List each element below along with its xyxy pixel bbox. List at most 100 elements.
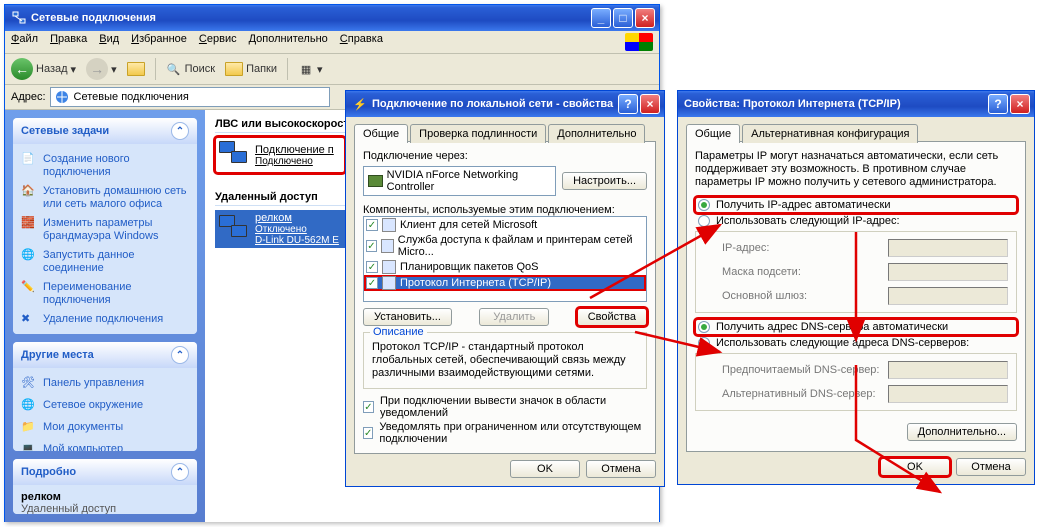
task-firewall[interactable]: 🧱Изменить параметры брандмауэра Windows [21,214,189,246]
radio-dns-manual[interactable]: Использовать следующие адреса DNS-сервер… [695,335,1017,351]
back-button[interactable]: ←Назад ▾ [11,58,76,80]
help-button[interactable]: ? [618,94,638,114]
notify-limited-checkbox[interactable]: Уведомлять при ограниченном или отсутств… [363,421,647,445]
dropdown-icon: ▾ [111,63,117,76]
component-fileshare[interactable]: Служба доступа к файлам и принтерам сете… [364,233,646,259]
radio-icon[interactable] [698,199,710,211]
menu-view[interactable]: Вид [99,33,119,51]
radio-dns-auto[interactable]: Получить адрес DNS-сервера автоматически [695,319,1017,335]
close-button[interactable]: × [640,94,660,114]
menu-edit[interactable]: Правка [50,33,87,51]
task-new-connection[interactable]: 📄Создание нового подключения [21,150,189,182]
service-icon [381,239,394,253]
conn1-status: Подключено [255,156,334,167]
up-button[interactable] [127,62,145,76]
details-status: Удаленный доступ [21,503,189,514]
props-titlebar[interactable]: ⚡ Подключение по локальной сети - свойст… [346,91,664,117]
client-icon [382,218,396,232]
tab-advanced[interactable]: Дополнительно [548,124,645,143]
other-control-panel[interactable]: 🛠Панель управления [21,374,189,396]
task-setup-network[interactable]: 🏠Установить домашнюю сеть или сеть малог… [21,182,189,214]
tab-auth[interactable]: Проверка подлинности [410,124,546,143]
menu-favorites[interactable]: Избранное [131,33,187,51]
menu-extra[interactable]: Дополнительно [249,33,328,51]
start-icon: 🌐 [21,249,37,265]
radio-ip-auto[interactable]: Получить IP-адрес автоматически [695,197,1017,213]
forward-button[interactable]: →▾ [86,58,117,80]
search-icon: 🔍 [166,61,182,77]
task-settings[interactable]: ⚙Изменение настроек подключения [21,332,189,334]
task-start-connection[interactable]: 🌐Запустить данное соединение [21,246,189,278]
conn2-status: Отключено [255,224,339,235]
close-button[interactable]: × [1010,94,1030,114]
task-delete[interactable]: ✖Удаление подключения [21,310,189,332]
tab-alt[interactable]: Альтернативная конфигурация [742,124,918,143]
maximize-button[interactable]: □ [613,8,633,28]
cancel-button[interactable]: Отмена [586,460,656,478]
component-qos[interactable]: Планировщик пакетов QoS [364,259,646,275]
home-network-icon: 🏠 [21,185,37,201]
component-client[interactable]: Клиент для сетей Microsoft [364,217,646,233]
documents-icon: 📁 [21,421,37,437]
details-group: Подробно⌃ релком Удаленный доступ [13,459,197,514]
component-tcpip[interactable]: Протокол Интернета (TCP/IP) [364,275,646,291]
ok-button[interactable]: OK [510,460,580,478]
advanced-button[interactable]: Дополнительно... [907,423,1017,441]
explorer-titlebar[interactable]: Сетевые подключения _ □ × [5,5,659,31]
checkbox-icon[interactable] [366,261,378,273]
connection-lan[interactable]: Подключение пПодключено [215,137,345,173]
delete-icon: ✖ [21,313,37,329]
menu-bar: Файл Правка Вид Избранное Сервис Дополни… [5,31,659,54]
views-button[interactable]: ▦▾ [298,61,323,77]
ok-button[interactable]: OK [880,458,950,476]
task-rename[interactable]: ✏️Переименование подключения [21,278,189,310]
conn1-name: Подключение п [255,144,334,156]
network-tasks-group: Сетевые задачи⌃ 📄Создание нового подключ… [13,118,197,334]
menu-file[interactable]: Файл [11,33,38,51]
help-button[interactable]: ? [988,94,1008,114]
folders-button[interactable]: Папки [225,62,277,76]
radio-ip-manual[interactable]: Использовать следующий IP-адрес: [695,213,1017,229]
qos-icon [382,260,396,274]
rename-icon: ✏️ [21,281,37,297]
tcpip-dialog: Свойства: Протокол Интернета (TCP/IP) ?×… [677,90,1035,485]
checkbox-icon[interactable] [366,240,377,252]
tcpip-titlebar[interactable]: Свойства: Протокол Интернета (TCP/IP) ?× [678,91,1034,117]
search-button[interactable]: 🔍Поиск [166,61,215,77]
menu-help[interactable]: Справка [340,33,383,51]
other-title: Другие места [21,349,94,361]
notify-icon-checkbox[interactable]: При подключении вывести значок в области… [363,395,647,419]
radio-icon[interactable] [698,337,710,349]
other-computer[interactable]: 💻Мой компьютер [21,440,189,451]
radio-icon[interactable] [698,215,710,227]
details-head[interactable]: Подробно⌃ [13,459,197,485]
install-button[interactable]: Установить... [363,308,452,326]
checkbox-icon[interactable] [363,401,374,413]
checkbox-icon[interactable] [366,277,378,289]
remove-button[interactable]: Удалить [479,308,549,326]
chevron-up-icon: ⌃ [171,463,189,481]
configure-button[interactable]: Настроить... [562,172,647,190]
network-tasks-head[interactable]: Сетевые задачи⌃ [13,118,197,144]
tcpip-panel: Параметры IP могут назначаться автоматич… [686,141,1026,452]
connection-dialup[interactable]: релкомОтключеноD-Link DU-562M E [215,210,345,248]
tab-general[interactable]: Общие [686,124,740,143]
menu-tools[interactable]: Сервис [199,33,237,51]
tab-general[interactable]: Общие [354,124,408,143]
props-tabs: Общие Проверка подлинности Дополнительно [354,123,656,142]
checkbox-icon[interactable] [366,219,378,231]
other-documents[interactable]: 📁Мои документы [21,418,189,440]
minimize-button[interactable]: _ [591,8,611,28]
properties-button[interactable]: Свойства [577,308,647,326]
folder-up-icon [127,62,145,76]
radio-icon[interactable] [698,321,710,333]
other-places-head[interactable]: Другие места⌃ [13,342,197,368]
address-input[interactable]: Сетевые подключения [50,87,330,107]
checkbox-icon[interactable] [363,427,373,439]
address-label: Адрес: [11,91,46,103]
components-list[interactable]: Клиент для сетей Microsoft Служба доступ… [363,216,647,302]
close-button[interactable]: × [635,8,655,28]
cancel-button[interactable]: Отмена [956,458,1026,476]
gw-label: Основной шлюз: [722,290,882,302]
other-network[interactable]: 🌐Сетевое окружение [21,396,189,418]
